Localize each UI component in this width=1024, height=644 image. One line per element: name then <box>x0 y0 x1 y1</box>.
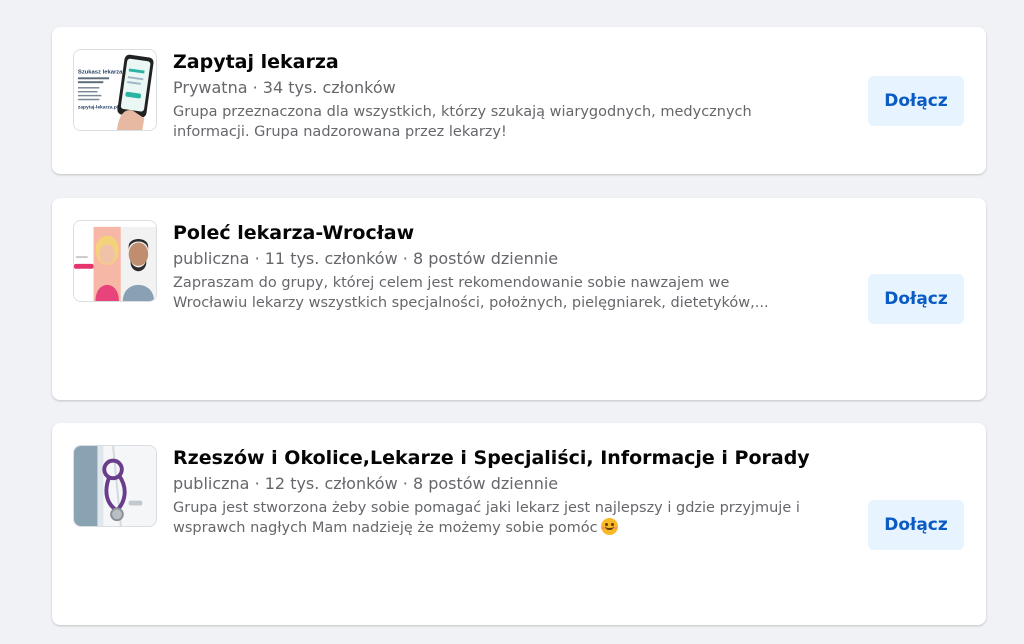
two-people-thumbnail-image <box>74 221 156 301</box>
group-card-polec-lekarza-wroclaw[interactable]: Poleć lekarza-Wrocław publiczna · 11 tys… <box>52 198 986 400</box>
group-thumbnail[interactable]: Szukasz lekarza? zapytaj-lekarza.pl <box>73 49 157 131</box>
join-button[interactable]: Dołącz <box>868 274 964 324</box>
group-description: Grupa jest stworzona żeby sobie pomagać … <box>173 498 853 538</box>
group-description: Zapraszam do grupy, której celem jest re… <box>173 273 853 313</box>
group-info: Poleć lekarza-Wrocław publiczna · 11 tys… <box>173 220 853 313</box>
group-card-zapytaj-lekarza[interactable]: Szukasz lekarza? zapytaj-lekarza.pl Zapy… <box>52 27 986 174</box>
stethoscope-doctor-thumbnail-image <box>74 446 156 526</box>
group-thumbnail[interactable] <box>73 445 157 527</box>
group-description-line: informacji. Grupa nadzorowana przez leka… <box>173 124 507 140</box>
group-info: Zapytaj lekarza Prywatna · 34 tys. człon… <box>173 49 853 142</box>
thumbnail-url: zapytaj-lekarza.pl <box>78 105 118 111</box>
group-info: Rzeszów i Okolice,Lekarze i Specjaliści,… <box>173 445 853 538</box>
group-description-line: wsprawch nagłych Mam nadzieję że możemy … <box>173 520 598 536</box>
group-description-line: Zapraszam do grupy, której celem jest re… <box>173 275 730 291</box>
group-thumbnail[interactable] <box>73 220 157 302</box>
group-card-rzeszow-lekarze[interactable]: Rzeszów i Okolice,Lekarze i Specjaliści,… <box>52 423 986 625</box>
group-description-line: Grupa przeznaczona dla wszystkich, którz… <box>173 104 752 120</box>
join-button[interactable]: Dołącz <box>868 76 964 126</box>
group-description: Grupa przeznaczona dla wszystkich, którz… <box>173 102 853 142</box>
group-title[interactable]: Poleć lekarza-Wrocław <box>173 220 853 246</box>
thumbnail-headline: Szukasz lekarza? <box>78 69 127 75</box>
group-meta: Prywatna · 34 tys. członków <box>173 78 396 97</box>
groups-list: Szukasz lekarza? zapytaj-lekarza.pl Zapy… <box>0 0 1024 644</box>
group-meta: publiczna · 11 tys. członków · 8 postów … <box>173 249 559 268</box>
smiling-face-icon <box>600 518 618 535</box>
group-description-line: Wrocławiu lekarzy wszystkich specjalnośc… <box>173 295 769 311</box>
group-description-line: Grupa jest stworzona żeby sobie pomagać … <box>173 500 800 516</box>
phone-ad-thumbnail-image: Szukasz lekarza? zapytaj-lekarza.pl <box>74 50 156 130</box>
group-meta: publiczna · 12 tys. członków · 8 postów … <box>173 474 559 493</box>
group-title[interactable]: Zapytaj lekarza <box>173 49 853 75</box>
group-title[interactable]: Rzeszów i Okolice,Lekarze i Specjaliści,… <box>173 445 853 471</box>
group-description-line-with-emoji: wsprawch nagłych Mam nadzieję że możemy … <box>173 518 853 538</box>
join-button[interactable]: Dołącz <box>868 500 964 550</box>
